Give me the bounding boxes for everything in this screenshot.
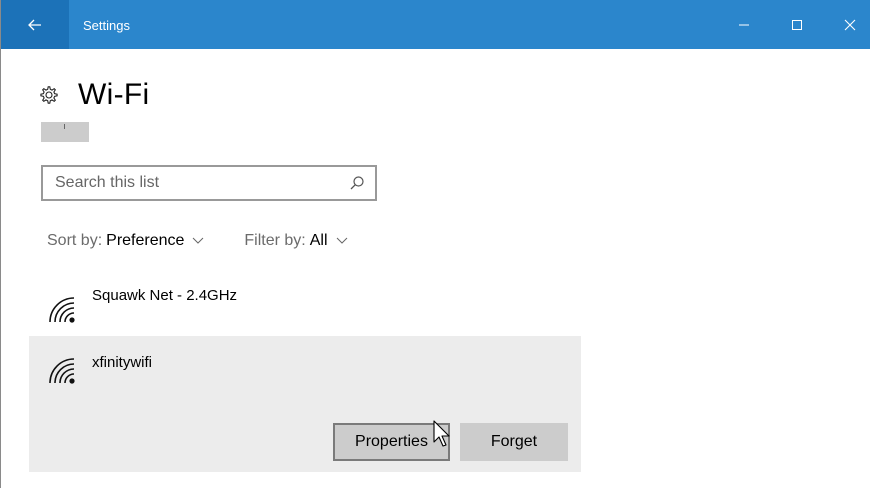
- search-box[interactable]: [41, 165, 377, 201]
- chevron-down-icon: [336, 232, 348, 250]
- network-name: Squawk Net - 2.4GHz: [92, 287, 238, 304]
- search-icon[interactable]: [349, 175, 365, 191]
- filter-label: Filter by:: [244, 232, 306, 249]
- network-list-item-selected[interactable]: xfinitywifi Properties Forget: [29, 336, 581, 472]
- maximize-button[interactable]: [774, 0, 820, 49]
- minimize-button[interactable]: [721, 0, 767, 49]
- minimize-icon: [739, 24, 749, 25]
- wifi-signal-icon: [49, 358, 75, 384]
- page-header: Wi-Fi: [39, 78, 149, 112]
- maximize-icon: [792, 19, 802, 30]
- page-title: Wi-Fi: [78, 78, 150, 111]
- wifi-signal-icon: [49, 297, 75, 323]
- gear-icon: [40, 86, 58, 104]
- scrolled-button-stub[interactable]: [41, 122, 89, 142]
- close-icon: [844, 19, 856, 30]
- forget-button[interactable]: Forget: [460, 423, 568, 461]
- search-input[interactable]: [43, 167, 343, 199]
- sort-label: Sort by:: [47, 232, 103, 249]
- filter-dropdown[interactable]: Filter by: All: [244, 232, 347, 250]
- close-button[interactable]: [827, 0, 870, 49]
- back-arrow-icon: [28, 19, 41, 30]
- sort-value: Preference: [106, 232, 185, 249]
- network-name: xfinitywifi: [92, 354, 153, 371]
- mouse-cursor-icon: [433, 420, 450, 447]
- sort-filter-bar: Sort by: Preference Filter by: All: [47, 232, 348, 250]
- settings-window: Settings Wi-Fi Search this list Sort by:…: [0, 0, 870, 488]
- network-list-item[interactable]: Squawk Net - 2.4GHz: [29, 274, 581, 334]
- back-button[interactable]: [1, 0, 69, 49]
- title-bar: Settings: [1, 0, 870, 49]
- window-title: Settings: [83, 18, 130, 33]
- chevron-down-icon: [192, 232, 204, 250]
- filter-value: All: [309, 232, 328, 249]
- sort-dropdown[interactable]: Sort by: Preference: [47, 232, 204, 250]
